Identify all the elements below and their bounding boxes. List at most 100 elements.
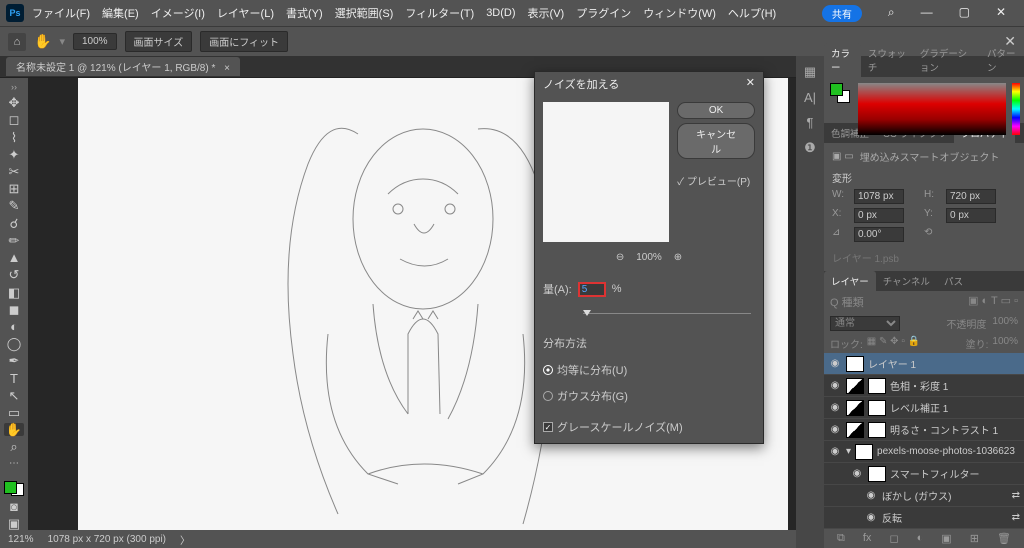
tab-swatches[interactable]: スウォッチ <box>861 43 913 77</box>
frame-tool-icon[interactable]: ⊞ <box>4 182 24 195</box>
gradient-tool-icon[interactable]: ◼ <box>4 303 24 316</box>
layer-mask-icon[interactable]: ◻ <box>889 532 898 545</box>
menu-edit[interactable]: 編集(E) <box>102 5 139 21</box>
edit-toolbar-icon[interactable]: ⋯ <box>4 458 24 471</box>
zoom-out-icon[interactable]: ⊖ <box>616 252 624 263</box>
prop-y[interactable] <box>946 208 996 223</box>
eraser-tool-icon[interactable]: ◧ <box>4 285 24 298</box>
group-icon[interactable]: ▣ <box>941 532 951 545</box>
color-swatch[interactable] <box>4 481 24 496</box>
amount-input[interactable] <box>578 282 606 297</box>
tab-patterns[interactable]: パターン <box>980 43 1024 77</box>
stamp-tool-icon[interactable]: ▲ <box>4 251 24 264</box>
new-layer-icon[interactable]: ⊞ <box>970 532 979 545</box>
maximize-icon[interactable]: ▢ <box>959 5 970 22</box>
menu-help[interactable]: ヘルプ(H) <box>728 5 776 21</box>
menu-filter[interactable]: フィルター(T) <box>405 5 474 21</box>
layer-item[interactable]: ◉レイヤー 1 <box>824 353 1024 375</box>
fit-window-button[interactable]: 画面にフィット <box>200 31 288 52</box>
menu-file[interactable]: ファイル(F) <box>32 5 90 21</box>
smart-filters-row[interactable]: ◉スマートフィルター <box>824 463 1024 485</box>
tab-gradients[interactable]: グラデーション <box>913 43 980 77</box>
visibility-icon[interactable]: ◉ <box>864 512 878 523</box>
move-tool-icon[interactable]: ✥ <box>4 96 24 109</box>
toolbar-more-icon[interactable]: ›› <box>5 82 23 92</box>
hand-tool-icon[interactable]: ✋ <box>4 423 24 436</box>
visibility-icon[interactable]: ◉ <box>828 380 842 391</box>
delete-layer-icon[interactable]: 🗑 <box>997 532 1011 545</box>
opacity-value[interactable]: 100% <box>992 316 1018 331</box>
type-tool-icon[interactable]: T <box>4 372 24 385</box>
character-icon[interactable]: A| <box>804 90 816 105</box>
document-tab[interactable]: 名称未設定 1 @ 121% (レイヤー 1, RGB/8) * × <box>6 57 240 76</box>
menu-type[interactable]: 書式(Y) <box>286 5 323 21</box>
layer-item[interactable]: ◉明るさ・コントラスト 1 <box>824 419 1024 441</box>
uniform-radio[interactable] <box>543 365 553 375</box>
link-layers-icon[interactable]: ⧉ <box>837 532 845 545</box>
tab-close-icon[interactable]: × <box>224 63 230 74</box>
paragraph-icon[interactable]: ¶ <box>807 115 814 130</box>
screenmode-icon[interactable]: ▣ <box>4 517 24 530</box>
search-icon[interactable]: ⌕ <box>888 5 895 22</box>
blend-mode-select[interactable]: 通常 <box>830 316 900 331</box>
layer-filter-label[interactable]: Q 種類 <box>830 294 864 310</box>
color-field[interactable] <box>858 83 1006 135</box>
blur-tool-icon[interactable]: ◐ <box>4 320 24 333</box>
info-icon[interactable]: ❶ <box>804 140 816 156</box>
visibility-icon[interactable]: ◉ <box>828 424 842 435</box>
pen-tool-icon[interactable]: ✒ <box>4 354 24 367</box>
amount-slider[interactable] <box>543 309 755 319</box>
dialog-close-icon[interactable]: ✕ <box>746 76 755 92</box>
ok-button[interactable]: OK <box>677 102 755 119</box>
visibility-icon[interactable]: ◉ <box>828 402 842 413</box>
monochrome-checkbox[interactable]: ✓ <box>543 422 553 432</box>
zoom-in-icon[interactable]: ⊕ <box>674 252 682 263</box>
history-brush-icon[interactable]: ↺ <box>4 268 24 281</box>
menu-image[interactable]: イメージ(I) <box>151 5 205 21</box>
marquee-tool-icon[interactable]: ◻ <box>4 113 24 126</box>
visibility-icon[interactable]: ◉ <box>828 446 842 457</box>
visibility-icon[interactable]: ◉ <box>828 358 842 369</box>
brush-tool-icon[interactable]: ✏ <box>4 234 24 247</box>
hand-tool-icon[interactable]: ✋ <box>34 33 51 50</box>
tab-layers[interactable]: レイヤー <box>824 271 876 291</box>
expand-icon[interactable]: ▾ <box>846 446 851 457</box>
hue-strip[interactable] <box>1012 83 1020 135</box>
zoom-percent[interactable]: 100% <box>73 33 117 50</box>
quickmask-icon[interactable]: ◙ <box>4 500 24 513</box>
filter-row[interactable]: ◉反転⇄ <box>824 507 1024 529</box>
color-panel-swatch[interactable] <box>830 83 850 103</box>
menu-window[interactable]: ウィンドウ(W) <box>643 5 716 21</box>
wand-tool-icon[interactable]: ✦ <box>4 148 24 161</box>
fill-value[interactable]: 100% <box>992 336 1018 351</box>
prop-height[interactable] <box>946 189 996 204</box>
tab-channels[interactable]: チャンネル <box>876 271 937 291</box>
dialog-preview[interactable] <box>543 102 669 242</box>
eyedropper-tool-icon[interactable]: ✎ <box>4 199 24 212</box>
visibility-icon[interactable]: ◉ <box>850 468 864 479</box>
close-icon[interactable]: ✕ <box>996 5 1006 22</box>
menu-3d[interactable]: 3D(D) <box>486 7 515 19</box>
minimize-icon[interactable]: — <box>921 5 933 22</box>
prop-x[interactable] <box>854 208 904 223</box>
prop-width[interactable] <box>854 189 904 204</box>
layer-item[interactable]: ◉▾pexels-moose-photos-1036623 <box>824 441 1024 463</box>
zoom-tool-icon[interactable]: ⌕ <box>4 440 24 453</box>
status-zoom[interactable]: 121% <box>8 534 34 545</box>
menu-select[interactable]: 選択範囲(S) <box>335 5 394 21</box>
menu-view[interactable]: 表示(V) <box>528 5 565 21</box>
crop-tool-icon[interactable]: ✂ <box>4 165 24 178</box>
adjustment-icon[interactable]: ◐ <box>917 532 924 545</box>
prop-angle[interactable] <box>854 227 904 242</box>
cancel-button[interactable]: キャンセル <box>677 123 755 159</box>
fit-screen-button[interactable]: 画面サイズ <box>125 31 193 52</box>
lock-icons[interactable]: ▦ ✎ ✥ ▫ 🔒 <box>867 336 920 351</box>
layer-item[interactable]: ◉レベル補正 1 <box>824 397 1024 419</box>
visibility-icon[interactable]: ◉ <box>864 490 878 501</box>
shape-tool-icon[interactable]: ▭ <box>4 406 24 419</box>
gaussian-radio[interactable] <box>543 391 553 401</box>
layer-item[interactable]: ◉色相・彩度 1 <box>824 375 1024 397</box>
heal-tool-icon[interactable]: ☌ <box>4 217 24 230</box>
preview-checkbox[interactable]: ✓ <box>677 177 684 188</box>
filter-row[interactable]: ◉ぼかし (ガウス)⇄ <box>824 485 1024 507</box>
